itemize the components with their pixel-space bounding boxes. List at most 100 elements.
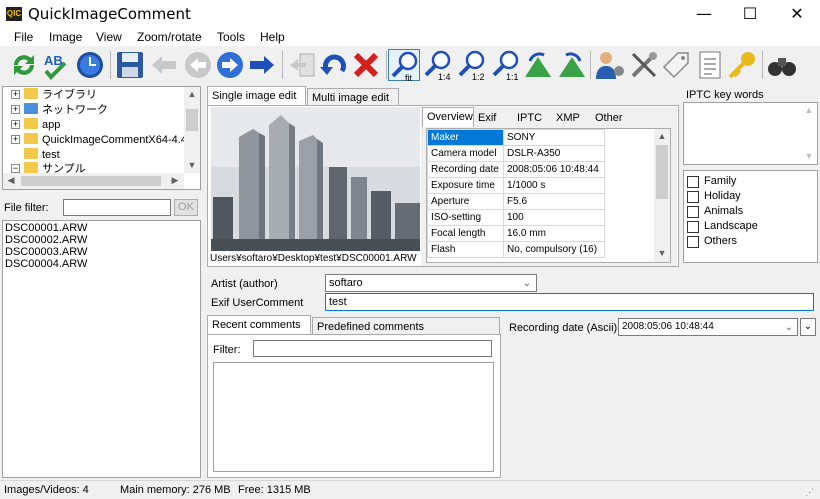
spellcheck-icon[interactable]: AB	[42, 49, 74, 81]
tree-item-app[interactable]: + app	[11, 118, 60, 133]
tree-item-library[interactable]: + ライブラリ	[11, 88, 97, 103]
tools-icon[interactable]	[628, 49, 660, 81]
list-item[interactable]: DSC00001.ARW	[5, 222, 87, 234]
table-row[interactable]: Recording date 2008:05:06 10:48:44	[427, 161, 605, 178]
file-filter-input[interactable]	[63, 199, 171, 216]
tab-predefined-comments[interactable]: Predefined comments	[312, 317, 500, 335]
menu-image[interactable]: Image	[49, 30, 82, 44]
scroll-up-icon[interactable]: ▲	[654, 131, 670, 141]
menu-view[interactable]: View	[96, 30, 122, 44]
list-item[interactable]: DSC00002.ARW	[5, 234, 87, 246]
checkbox[interactable]	[687, 206, 699, 218]
tab-exif[interactable]: Exif	[474, 109, 504, 127]
last-arrow-icon[interactable]	[246, 49, 278, 81]
overview-vertical-scrollbar[interactable]: ▲ ▼	[654, 129, 670, 262]
recording-date-input[interactable]: 2008:05:06 10:48:44	[618, 318, 798, 336]
tree-vertical-scrollbar[interactable]: ▲ ▼	[184, 87, 200, 173]
chevron-down-icon[interactable]: ⌄	[782, 322, 796, 333]
menu-bar: File Image View Zoom/rotate Tools Help	[0, 28, 820, 46]
clock-icon[interactable]	[74, 49, 106, 81]
table-row[interactable]: Exposure time 1/1000 s	[427, 177, 605, 194]
zoom-fit-icon[interactable]: fit	[388, 49, 420, 83]
close-button[interactable]: ✕	[774, 0, 820, 28]
export-icon[interactable]	[286, 49, 318, 81]
table-row[interactable]: Maker SONY	[427, 129, 605, 146]
scroll-up-icon[interactable]: ▲	[802, 105, 816, 115]
scroll-thumb[interactable]	[656, 145, 668, 199]
table-row[interactable]: Focal length 16.0 mm	[427, 225, 605, 242]
recent-comments-list[interactable]	[213, 362, 494, 472]
svg-text:1:2: 1:2	[472, 72, 485, 81]
checkbox[interactable]	[687, 236, 699, 248]
list-item[interactable]: DSC00003.ARW	[5, 246, 87, 258]
zoom-1-1-icon[interactable]: 1:1	[490, 49, 522, 82]
tree-item-quickimagecomment[interactable]: + QuickImageCommentX64-4.43	[11, 133, 193, 148]
tab-other[interactable]: Other	[591, 109, 631, 127]
previous-arrow-icon[interactable]	[182, 49, 214, 81]
table-row[interactable]: ISO-setting 100	[427, 209, 605, 226]
folder-tree[interactable]: + ライブラリ + ネットワーク + app + QuickImageCommentX6…	[2, 86, 201, 190]
file-list[interactable]: DSC00001.ARW DSC00002.ARW DSC00003.ARW D…	[2, 220, 201, 478]
key-icon[interactable]	[726, 49, 758, 81]
user-settings-icon[interactable]	[594, 49, 626, 81]
prop-key: Recording date	[427, 161, 504, 178]
undo-icon[interactable]	[318, 49, 350, 81]
minimize-button[interactable]: —	[681, 0, 727, 28]
maximize-button[interactable]: ☐	[727, 0, 773, 28]
menu-help[interactable]: Help	[260, 30, 285, 44]
prop-key: ISO-setting	[427, 209, 504, 226]
chevron-down-icon[interactable]: ⌄	[520, 278, 534, 289]
table-row[interactable]: Flash No, compulsory (16)	[427, 241, 605, 258]
save-refresh-icon[interactable]	[8, 49, 40, 81]
window-title: QuickImageComment	[28, 5, 191, 23]
overview-grid[interactable]: Maker SONY Camera model DSLR-A350 Recordin…	[426, 128, 671, 263]
tab-multi-image-edit[interactable]: Multi image edit	[307, 88, 399, 106]
list-item[interactable]: DSC00004.ARW	[5, 258, 87, 270]
table-row[interactable]: Camera model DSLR-A350	[427, 145, 605, 162]
table-row[interactable]: Aperture F5.6	[427, 193, 605, 210]
checkbox[interactable]	[687, 176, 699, 188]
binoculars-icon[interactable]	[766, 49, 798, 81]
zoom-1-4-icon[interactable]: 1:4	[422, 49, 454, 82]
scroll-right-icon[interactable]: ▶	[169, 175, 181, 186]
document-icon[interactable]	[694, 49, 726, 81]
menu-tools[interactable]: Tools	[217, 30, 245, 44]
zoom-1-2-icon[interactable]: 1:2	[456, 49, 488, 82]
tree-item-test[interactable]: +test	[11, 148, 60, 163]
floppy-save-icon[interactable]	[114, 49, 146, 81]
delete-icon[interactable]	[350, 49, 382, 81]
menu-file[interactable]: File	[14, 30, 33, 44]
scroll-left-icon[interactable]: ◀	[5, 175, 17, 186]
comment-filter-input[interactable]	[253, 340, 492, 357]
tab-overview[interactable]: Overview	[422, 107, 474, 127]
scroll-down-icon[interactable]: ▼	[184, 160, 200, 170]
tab-recent-comments[interactable]: Recent comments	[207, 315, 311, 335]
recording-date-dropdown-button[interactable]: ⌄	[800, 318, 816, 336]
checkbox[interactable]	[687, 221, 699, 233]
iptc-keywords-label: IPTC key words	[686, 89, 764, 101]
tab-xmp[interactable]: XMP	[552, 109, 586, 127]
menu-zoom-rotate[interactable]: Zoom/rotate	[137, 30, 202, 44]
tag-icon[interactable]	[660, 49, 692, 81]
scroll-thumb[interactable]	[21, 176, 161, 186]
tab-iptc[interactable]: IPTC	[513, 109, 547, 127]
user-comment-input[interactable]: test	[325, 293, 814, 311]
tab-single-image-edit[interactable]: Single image edit	[207, 86, 306, 106]
rotate-left-icon[interactable]	[522, 49, 554, 81]
scroll-down-icon[interactable]: ▼	[802, 151, 816, 161]
checkbox[interactable]	[687, 191, 699, 203]
first-arrow-icon[interactable]	[148, 49, 180, 81]
scroll-thumb[interactable]	[186, 109, 198, 131]
tree-item-network[interactable]: + ネットワーク	[11, 103, 108, 118]
scroll-down-icon[interactable]: ▼	[654, 248, 670, 258]
artist-input[interactable]: softaro	[325, 274, 537, 292]
tree-horizontal-scrollbar[interactable]: ◀ ▶	[3, 173, 184, 189]
rotate-right-icon[interactable]	[556, 49, 588, 81]
resize-grip-icon[interactable]: ⋰	[805, 487, 817, 499]
prop-value: F5.6	[503, 193, 605, 210]
scroll-up-icon[interactable]: ▲	[184, 89, 200, 99]
next-arrow-icon[interactable]	[214, 49, 246, 81]
file-filter-ok-button[interactable]: OK	[174, 199, 198, 216]
image-preview[interactable]	[211, 107, 420, 251]
iptc-keywords-textbox[interactable]: ▲ ▼	[683, 102, 818, 165]
